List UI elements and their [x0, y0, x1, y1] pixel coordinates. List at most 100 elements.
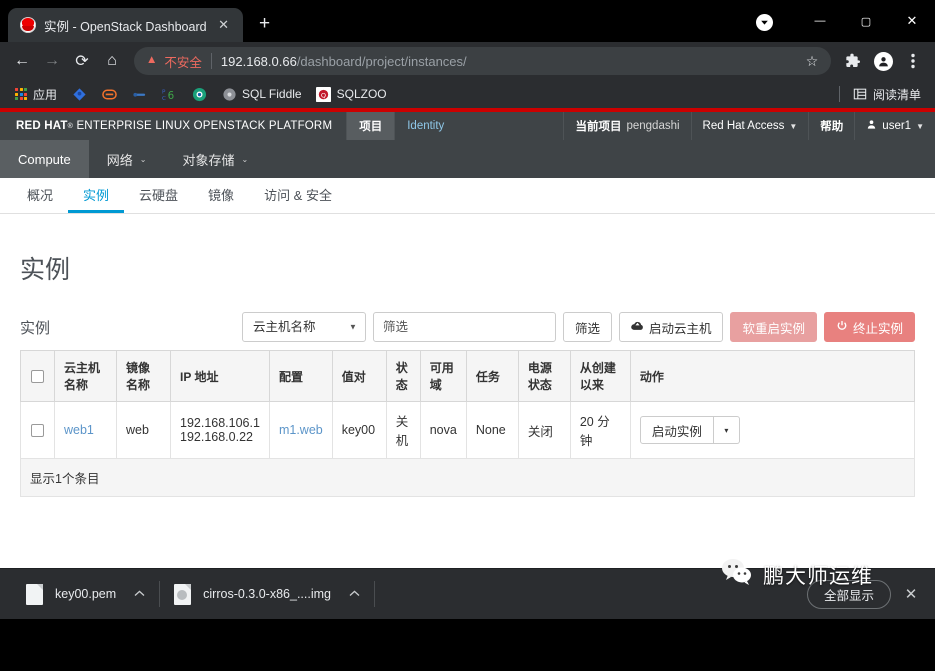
- row-action-split-button: 启动实例 ▾: [639, 416, 740, 444]
- apps-grid-icon: [14, 87, 28, 101]
- terminate-instances-button[interactable]: 终止实例: [823, 312, 915, 342]
- show-all-downloads-button[interactable]: 全部显示: [806, 579, 891, 609]
- tab-overview[interactable]: 概况: [12, 178, 68, 213]
- minimize-icon[interactable]: —: [797, 0, 843, 42]
- forward-icon[interactable]: →: [38, 47, 66, 75]
- cell-ip-address: 192.168.106.1 192.168.0.22: [170, 401, 270, 459]
- new-tab-button[interactable]: +: [251, 10, 279, 38]
- row-checkbox[interactable]: [31, 423, 44, 437]
- chevron-up-icon[interactable]: [134, 589, 145, 599]
- col-actions: 动作: [629, 350, 916, 402]
- close-shelf-icon[interactable]: ✕: [899, 585, 923, 603]
- svg-text:Q: Q: [321, 91, 326, 99]
- help-link[interactable]: 帮助: [808, 112, 854, 140]
- download-item[interactable]: key00.pem: [12, 575, 159, 613]
- home-icon[interactable]: ⌂: [98, 47, 126, 75]
- download-item[interactable]: cirros-0.3.0-x86_....img: [160, 575, 374, 613]
- puzzle-icon[interactable]: [839, 47, 867, 75]
- reading-list-button[interactable]: 阅读清单: [846, 83, 927, 106]
- instance-name-link[interactable]: web1: [64, 423, 94, 437]
- nav-network[interactable]: 网络 ⌄: [89, 140, 165, 178]
- blue-diamond-icon: [71, 86, 87, 102]
- filter-input[interactable]: [372, 312, 556, 342]
- back-icon[interactable]: ←: [8, 47, 36, 75]
- header-tab-project[interactable]: 项目: [346, 112, 395, 140]
- download-filename: key00.pem: [55, 587, 117, 601]
- col-instance-name[interactable]: 云主机名称: [54, 350, 117, 402]
- col-ip-address[interactable]: IP 地址: [170, 350, 270, 402]
- bookmark-sqlzoo[interactable]: Q SQLZOO: [310, 83, 393, 105]
- row-actions-dropdown-toggle[interactable]: ▾: [713, 416, 740, 444]
- table-foot: 显示1个条目: [20, 458, 915, 497]
- reading-list-icon: [852, 86, 868, 102]
- nav-compute[interactable]: Compute: [0, 140, 89, 178]
- col-flavor[interactable]: 配置: [268, 350, 333, 402]
- window-close-icon[interactable]: ✕: [889, 0, 935, 42]
- flavor-link[interactable]: m1.web: [279, 423, 323, 437]
- tab-instances[interactable]: 实例: [68, 178, 125, 213]
- tab-images[interactable]: 镜像: [193, 178, 249, 213]
- col-status[interactable]: 状态: [385, 350, 421, 402]
- redhat-access-label: Red Hat Access: [702, 120, 785, 132]
- download-filename: cirros-0.3.0-x86_....img: [203, 587, 331, 601]
- chevron-down-icon[interactable]: [756, 14, 773, 31]
- tab-strip: 实例 - OpenStack Dashboard ✕ +: [0, 0, 279, 42]
- chevron-up-icon[interactable]: [349, 589, 360, 599]
- current-project-value: pengdashi: [626, 120, 680, 132]
- help-label: 帮助: [820, 121, 844, 133]
- blue-dash-icon: [131, 86, 147, 102]
- col-image-name[interactable]: 镜像名称: [116, 350, 171, 402]
- chevron-down-icon: ⌄: [241, 154, 249, 164]
- reload-icon[interactable]: ⟳: [68, 47, 96, 75]
- pc6-icon: PC6: [161, 86, 177, 102]
- current-project[interactable]: 当前项目 pengdashi: [563, 112, 690, 140]
- select-all-checkbox[interactable]: [31, 369, 44, 383]
- page-viewport: RED HAT ® ENTERPRISE LINUX OPENSTACK PLAT…: [0, 108, 935, 619]
- green-eye-icon: [191, 86, 207, 102]
- bookmark-star-icon[interactable]: ☆: [799, 48, 825, 74]
- close-icon[interactable]: ✕: [215, 16, 233, 34]
- col-uptime[interactable]: 从创建以来: [569, 350, 631, 402]
- current-project-label: 当前项目: [575, 121, 622, 133]
- tab-access-security[interactable]: 访问 & 安全: [249, 178, 347, 213]
- bookmark-orange-bracket[interactable]: [95, 83, 123, 105]
- filter-button[interactable]: 筛选: [562, 312, 612, 342]
- table-header-row: 云主机名称 镜像名称 IP 地址 配置 值对 状态 可用域 任务 电源状态 从创…: [20, 350, 916, 402]
- soft-reboot-button[interactable]: 软重启实例: [730, 312, 817, 342]
- bookmark-label: SQL Fiddle: [242, 87, 302, 101]
- cloud-upload-icon: [631, 320, 644, 335]
- start-instance-button[interactable]: 启动实例: [639, 416, 714, 444]
- bookmark-apps[interactable]: 应用: [8, 83, 63, 106]
- security-label: 不安全: [164, 55, 202, 70]
- bookmark-blue-diamond[interactable]: [65, 83, 93, 105]
- window-titlebar: 实例 - OpenStack Dashboard ✕ + — ▢ ✕: [0, 0, 935, 42]
- address-bar[interactable]: ▲ 不安全 192.168.0.66/dashboard/project/ins…: [134, 47, 831, 75]
- launch-instance-button[interactable]: 启动云主机: [618, 312, 724, 342]
- col-availability-zone[interactable]: 可用域: [419, 350, 467, 402]
- primary-nav: Compute 网络 ⌄ 对象存储 ⌄: [0, 140, 935, 178]
- avatar[interactable]: [869, 47, 897, 75]
- kebab-menu-icon[interactable]: [899, 47, 927, 75]
- bookmark-sql-fiddle[interactable]: SQL Fiddle: [215, 83, 308, 105]
- ip-address-1: 192.168.106.1: [180, 416, 260, 430]
- header-tab-identity[interactable]: Identity: [394, 112, 456, 140]
- bookmark-blue-dash[interactable]: [125, 83, 153, 105]
- filter-field-select[interactable]: 云主机名称: [241, 312, 366, 342]
- tab-volumes[interactable]: 云硬盘: [124, 178, 193, 213]
- chevron-down-icon: ▼: [916, 121, 924, 131]
- url-text: 192.168.0.66/dashboard/project/instances…: [221, 54, 467, 69]
- col-task[interactable]: 任务: [465, 350, 519, 402]
- col-keypair[interactable]: 值对: [331, 350, 387, 402]
- bookmark-green-eye[interactable]: [185, 83, 213, 105]
- browser-tab[interactable]: 实例 - OpenStack Dashboard ✕: [8, 8, 243, 42]
- maximize-icon[interactable]: ▢: [843, 0, 889, 42]
- cell-uptime: 20 分钟: [569, 401, 631, 459]
- svg-text:6: 6: [167, 90, 174, 102]
- redhat-access-menu[interactable]: Red Hat Access ▼: [690, 112, 809, 140]
- user-menu[interactable]: user1 ▼: [854, 112, 935, 140]
- nav-object-storage[interactable]: 对象存储 ⌄: [164, 140, 266, 178]
- col-power-state[interactable]: 电源状态: [517, 350, 571, 402]
- bookmark-pc6[interactable]: PC6: [155, 83, 183, 105]
- svg-text:P: P: [162, 89, 166, 95]
- cell-status: 关机: [385, 401, 421, 459]
